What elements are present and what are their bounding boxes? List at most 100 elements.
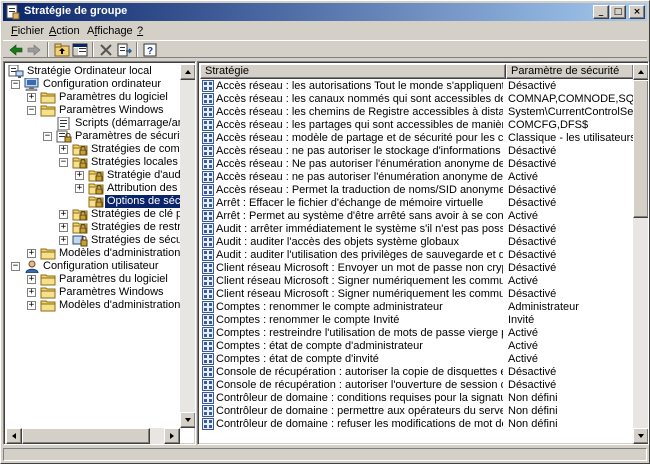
tree-vertical-scrollbar[interactable] <box>180 64 195 428</box>
close-button[interactable]: × <box>629 5 645 19</box>
expand-icon[interactable]: + <box>27 249 36 258</box>
policy-row[interactable]: Comptes : état de compte d'invité Activé <box>200 353 633 366</box>
delete-icon[interactable] <box>97 42 115 58</box>
collapse-icon[interactable]: − <box>27 106 36 115</box>
tree-scroll-up-button[interactable] <box>180 64 195 80</box>
tree-item[interactable]: +Stratégies de clé publique <box>4 208 195 221</box>
policy-row[interactable]: Comptes : renommer le compte Invité Invit… <box>200 314 633 327</box>
tree-item[interactable]: Stratégie Ordinateur local <box>4 64 178 78</box>
policy-name: Audit : auditer l'utilisation des privil… <box>216 249 503 261</box>
policy-list-panel[interactable]: Stratégie Paramètre de sécurité Accès ré… <box>197 61 649 445</box>
policy-row[interactable]: Contrôleur de domaine : refuser les modi… <box>200 418 633 431</box>
tree-item[interactable]: Scripts (démarrage/arrêt) <box>4 116 195 131</box>
title-bar[interactable]: Stratégie de groupe _ □ × <box>3 3 647 21</box>
expand-icon[interactable]: + <box>27 301 36 310</box>
policy-row[interactable]: Accès réseau : les partages qui sont acc… <box>200 119 633 132</box>
back-arrow-icon[interactable] <box>7 42 25 58</box>
console-tree-panel[interactable]: Stratégie Ordinateur local − Configuration… <box>3 61 196 445</box>
collapse-icon[interactable]: − <box>11 80 20 89</box>
expand-icon[interactable]: + <box>27 93 36 102</box>
column-header-security-setting[interactable]: Paramètre de sécurité <box>506 64 634 79</box>
expand-icon[interactable]: + <box>27 288 36 297</box>
tree-scroll-down-button[interactable] <box>180 412 195 428</box>
arrow-down-icon <box>638 434 644 438</box>
policy-row[interactable]: Client réseau Microsoft : Signer numériq… <box>200 288 633 301</box>
tree-item[interactable]: + Paramètres Windows <box>4 286 178 299</box>
policy-row[interactable]: Client réseau Microsoft : Signer numériq… <box>200 275 633 288</box>
policy-row[interactable]: Accès réseau : les chemins de Registre a… <box>200 106 633 119</box>
expand-icon[interactable]: + <box>75 171 84 180</box>
forward-arrow-icon[interactable] <box>25 42 43 58</box>
tree-item[interactable]: − Paramètres Windows <box>4 104 178 117</box>
policy-row[interactable]: Accès réseau : Ne pas autoriser l'énumér… <box>200 158 633 171</box>
menu-action[interactable]: Action <box>49 25 80 37</box>
menu-fichier[interactable]: Fichier <box>11 25 44 37</box>
tree-item[interactable]: + Stratégies de comptes <box>4 143 195 156</box>
tree-scroll-left-button[interactable] <box>6 428 22 444</box>
tree-item[interactable]: + Stratégie d'audit <box>4 169 186 182</box>
collapse-icon[interactable]: − <box>59 158 68 167</box>
tree-item[interactable]: + Paramètres du logiciel <box>4 91 178 104</box>
list-vertical-scrollbar[interactable] <box>633 64 648 444</box>
policy-row[interactable]: Accès réseau : Permet la traduction de n… <box>200 184 633 197</box>
policy-name: Accès réseau : les chemins de Registre a… <box>216 106 503 118</box>
tree-item[interactable]: +Stratégies de sécurité IP su <box>4 234 195 247</box>
policy-row[interactable]: Console de récupération : autoriser la c… <box>200 366 633 379</box>
menu-help[interactable]: ? <box>137 25 143 37</box>
expand-icon[interactable]: + <box>59 223 68 232</box>
policy-row[interactable]: Accès réseau : les canaux nommés qui son… <box>200 93 633 106</box>
policy-row[interactable]: Accès réseau : ne pas autoriser l'énumér… <box>200 171 633 184</box>
minimize-button[interactable]: _ <box>593 5 609 19</box>
tree-item[interactable]: − Stratégies locales <box>4 156 178 169</box>
policy-row[interactable]: Comptes : état de compte d'administrateu… <box>200 340 633 353</box>
tree-item-label: Paramètres du logiciel <box>59 273 168 285</box>
policy-row[interactable]: Comptes : restreindre l'utilisation de m… <box>200 327 633 340</box>
policy-row[interactable]: Accès réseau : ne pas autoriser le stock… <box>200 145 633 158</box>
policy-row[interactable]: Contrôleur de domaine : permettre aux op… <box>200 405 633 418</box>
policy-row[interactable]: Accès réseau : les autorisations Tout le… <box>200 80 633 93</box>
policy-row[interactable]: Arrêt : Permet au système d'être arrêté … <box>200 210 633 223</box>
tree-horizontal-scrollbar[interactable] <box>6 428 180 444</box>
policy-row[interactable]: Contrôleur de domaine : conditions requi… <box>200 392 633 405</box>
expand-icon[interactable]: + <box>75 184 84 193</box>
tree-scroll-right-button[interactable] <box>164 428 180 444</box>
show-hide-tree-icon[interactable] <box>71 42 89 58</box>
tree-item[interactable]: +Stratégies de restriction log <box>4 221 195 234</box>
list-scroll-up-button[interactable] <box>633 64 648 80</box>
tree-item[interactable]: + Paramètres du logiciel <box>4 273 178 286</box>
policy-row[interactable]: Audit : auditer l'accès des objets systè… <box>200 236 633 249</box>
tree-item[interactable]: − Paramètres de sécurité <box>4 130 189 143</box>
policy-row[interactable]: Console de récupération : autoriser l'ou… <box>200 379 633 392</box>
column-header-policy[interactable]: Stratégie <box>200 64 506 79</box>
list-scroll-down-button[interactable] <box>633 428 648 444</box>
up-folder-icon[interactable] <box>53 42 71 58</box>
tree-scroll-thumb[interactable] <box>22 428 150 444</box>
tree-item[interactable]: +Attribution des droits ut <box>4 182 195 195</box>
menu-affichage[interactable]: Affichage <box>87 25 133 37</box>
policy-setting: Activé <box>508 210 538 222</box>
export-list-icon[interactable] <box>115 42 133 58</box>
tree-item-label: Stratégies locales <box>91 156 178 168</box>
policy-row[interactable]: Client réseau Microsoft : Envoyer un mot… <box>200 262 633 275</box>
collapse-icon[interactable]: − <box>43 132 52 141</box>
expand-icon[interactable]: + <box>59 236 68 245</box>
tree-item[interactable]: + Modèles d'administration <box>4 299 180 312</box>
collapse-icon[interactable]: − <box>11 262 20 271</box>
policy-row[interactable]: Audit : auditer l'utilisation des privil… <box>200 249 633 262</box>
tree-item[interactable]: Options de sécurité <box>4 194 195 209</box>
tree-item[interactable]: − Configuration utilisateur <box>4 260 178 274</box>
expand-icon[interactable]: + <box>59 210 68 219</box>
help-icon[interactable]: ? <box>141 42 159 58</box>
tree-item[interactable]: + Modèles d'administration <box>4 247 180 260</box>
policy-row-icon <box>202 236 214 248</box>
tree-item[interactable]: − Configuration ordinateur <box>4 77 178 92</box>
list-scroll-thumb[interactable] <box>633 80 648 218</box>
policy-row[interactable]: Comptes : renommer le compte administrat… <box>200 301 633 314</box>
group-policy-app-icon[interactable] <box>5 4 21 20</box>
policy-row[interactable]: Accès réseau : modèle de partage et de s… <box>200 132 633 145</box>
policy-row[interactable]: Audit : arrêter immédiatement le système… <box>200 223 633 236</box>
expand-icon[interactable]: + <box>27 275 36 284</box>
expand-icon[interactable]: + <box>59 145 68 154</box>
maximize-button[interactable]: □ <box>610 5 626 19</box>
policy-row[interactable]: Arrêt : Effacer le fichier d'échange de … <box>200 197 633 210</box>
